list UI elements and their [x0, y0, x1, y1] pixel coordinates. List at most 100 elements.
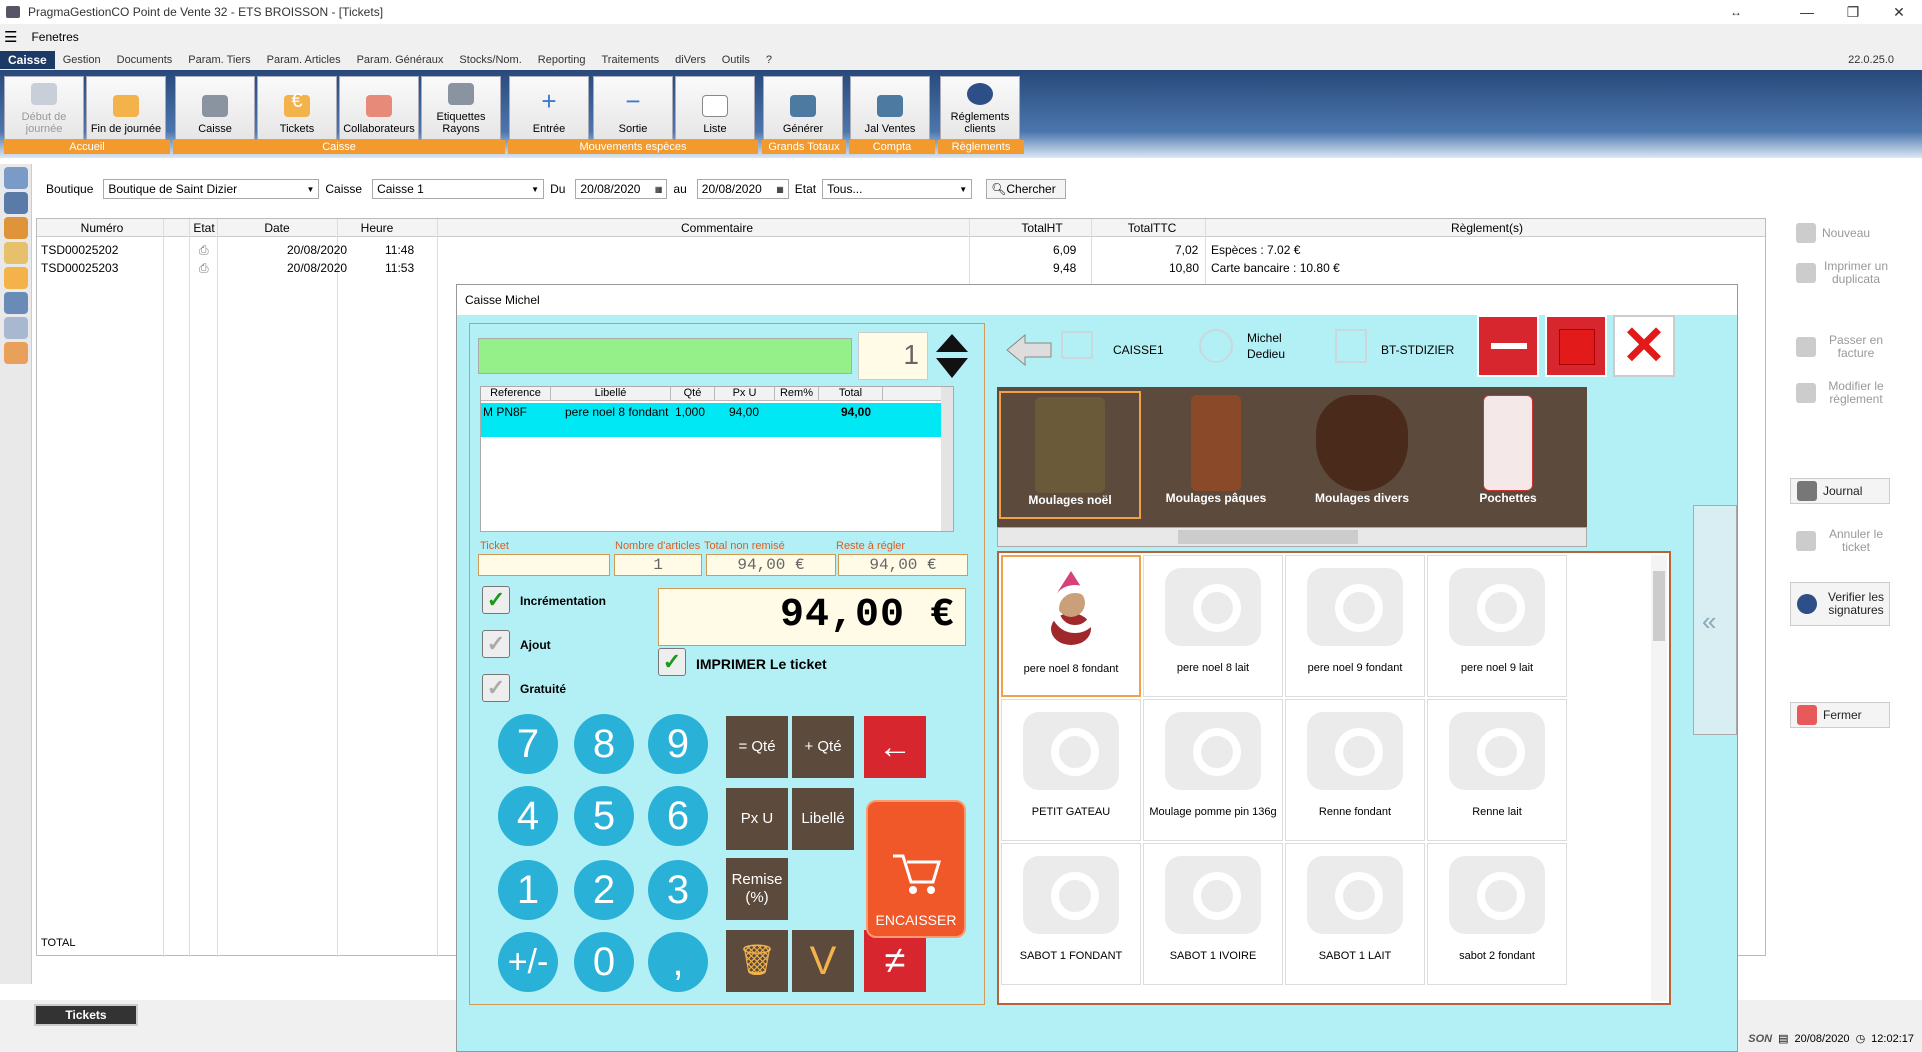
double-chevron-left-icon[interactable]: « — [1702, 606, 1716, 637]
category-scrollbar[interactable] — [997, 527, 1587, 547]
passer-facture-button[interactable]: Passer en facture — [1790, 324, 1890, 370]
nav-param-generaux[interactable]: Param. Généraux — [349, 51, 452, 69]
nav-caisse[interactable]: Caisse — [0, 51, 55, 69]
key-0[interactable]: 0 — [574, 932, 634, 992]
collaborateurs-button[interactable]: Collaborateurs — [339, 76, 419, 140]
product-sabot-1-lait[interactable]: SABOT 1 LAIT — [1285, 843, 1425, 985]
fin-journee-button[interactable]: Fin de journée — [86, 76, 166, 140]
remise-button[interactable]: Remise (%) — [726, 858, 788, 920]
magnifier-icon[interactable] — [3, 317, 28, 339]
col-totalttc[interactable]: TotalTTC — [1097, 221, 1207, 235]
entree-button[interactable]: + Entrée — [509, 76, 589, 140]
boutique-select[interactable]: Boutique de Saint Dizier ▼ — [103, 179, 320, 199]
key-9[interactable]: 9 — [648, 714, 708, 774]
key-6[interactable]: 6 — [648, 786, 708, 846]
calendar-icon[interactable]: ▦ — [776, 185, 784, 194]
nav-help[interactable]: ? — [758, 51, 780, 69]
etiquettes-button[interactable]: Etiquettes Rayons — [421, 76, 501, 140]
generer-button[interactable]: Générer — [763, 76, 843, 140]
ticket-line[interactable]: M PN8F pere noel 8 fondant 1,000 94,00 9… — [481, 403, 945, 437]
date-to-input[interactable]: 20/08/2020 ▦ — [696, 179, 789, 199]
incrementation-checkbox[interactable]: ✓ — [482, 586, 510, 614]
key-1[interactable]: 1 — [498, 860, 558, 920]
table-row[interactable]: TSD00025203 ⎙ 20/08/2020 11:53 9,48 10,8… — [37, 259, 1765, 276]
pen-icon[interactable] — [3, 292, 28, 314]
close-button[interactable]: ✕ — [1876, 0, 1922, 24]
category-moulages-noel[interactable]: Moulages noël — [999, 391, 1141, 519]
caisse-button[interactable]: Caisse — [175, 76, 255, 140]
quantity-input[interactable]: 1 — [858, 332, 928, 380]
product-petit-gateau[interactable]: PETIT GATEAU — [1001, 699, 1141, 841]
col-etat[interactable]: Etat — [189, 221, 219, 235]
barcode-input[interactable] — [478, 338, 852, 374]
imprimer-checkbox[interactable]: ✓ — [658, 648, 686, 676]
date-from-input[interactable]: 20/08/2020 ▦ — [575, 179, 668, 199]
col-heure[interactable]: Heure — [337, 221, 417, 235]
euro-icon[interactable] — [3, 267, 28, 289]
collapse-panel[interactable]: « — [1693, 505, 1737, 735]
tickets-button[interactable]: € Tickets — [257, 76, 337, 140]
validate-button[interactable]: V — [792, 930, 854, 992]
calendar-icon[interactable]: ▦ — [655, 185, 663, 194]
nav-param-articles[interactable]: Param. Articles — [259, 51, 349, 69]
key-plus-minus[interactable]: +/- — [498, 932, 558, 992]
product-sabot-2-fondant[interactable]: sabot 2 fondant — [1427, 843, 1567, 985]
nav-reporting[interactable]: Reporting — [530, 51, 594, 69]
product-moulage-pomme-pin[interactable]: Moulage pomme pin 136g — [1143, 699, 1283, 841]
nav-outils[interactable]: Outils — [714, 51, 758, 69]
ajout-checkbox[interactable]: ✓ — [482, 630, 510, 658]
key-4[interactable]: 4 — [498, 786, 558, 846]
arrow-left-icon[interactable] — [1005, 333, 1053, 367]
table-row[interactable]: TSD00025202 ⎙ 20/08/2020 11:48 6,09 7,02… — [37, 241, 1765, 258]
minimize-button[interactable]: — — [1784, 0, 1830, 24]
col-commentaire[interactable]: Commentaire — [447, 221, 987, 235]
key-3[interactable]: 3 — [648, 860, 708, 920]
product-pere-noel-9-lait[interactable]: pere noel 9 lait — [1427, 555, 1567, 697]
encaisser-button[interactable]: ENCAISSER — [866, 800, 966, 938]
updown-arrows-icon[interactable] — [934, 332, 970, 380]
sortie-button[interactable]: − Sortie — [593, 76, 673, 140]
stop-button[interactable] — [1545, 315, 1607, 377]
scroll-thumb[interactable] — [1178, 530, 1358, 544]
tab-tickets[interactable]: Tickets — [34, 1004, 138, 1026]
gratuite-checkbox[interactable]: ✓ — [482, 674, 510, 702]
search-button[interactable]: 🔍︎ Chercher — [986, 179, 1067, 199]
quantity-stepper[interactable] — [934, 332, 970, 380]
fermer-button[interactable]: Fermer — [1790, 702, 1890, 728]
verifier-signatures-button[interactable]: Verifier les signatures — [1790, 582, 1890, 626]
category-moulages-divers[interactable]: Moulages divers — [1291, 391, 1433, 519]
key-8[interactable]: 8 — [574, 714, 634, 774]
minus-button[interactable] — [1477, 315, 1539, 377]
product-renne-lait[interactable]: Renne lait — [1427, 699, 1567, 841]
close-dialog-button[interactable]: ✕ — [1613, 315, 1675, 377]
nav-stocks[interactable]: Stocks/Nom. — [451, 51, 529, 69]
col-date[interactable]: Date — [227, 221, 327, 235]
annuler-ticket-button[interactable]: Annuler le ticket — [1790, 518, 1890, 564]
nav-divers[interactable]: diVers — [667, 51, 714, 69]
nav-param-tiers[interactable]: Param. Tiers — [180, 51, 258, 69]
products-scrollbar[interactable] — [1651, 555, 1667, 1001]
plus-qty-button[interactable]: + Qté — [792, 716, 854, 778]
journal-button[interactable]: Journal — [1790, 478, 1890, 504]
category-moulages-paques[interactable]: Moulages pâques — [1145, 391, 1287, 519]
reglements-clients-button[interactable]: Réglements clients — [940, 76, 1020, 140]
liste-button[interactable]: Liste — [675, 76, 755, 140]
pxu-button[interactable]: Px U — [726, 788, 788, 850]
register-icon[interactable] — [3, 192, 28, 214]
scrollbar[interactable] — [941, 387, 953, 531]
key-5[interactable]: 5 — [574, 786, 634, 846]
eq-qty-button[interactable]: = Qté — [726, 716, 788, 778]
product-sabot-1-ivoire[interactable]: SABOT 1 IVOIRE — [1143, 843, 1283, 985]
col-totalht[interactable]: TotalHT — [987, 221, 1097, 235]
restore-button[interactable]: ❐ — [1830, 0, 1876, 24]
key-7[interactable]: 7 — [498, 714, 558, 774]
tool-icon[interactable] — [3, 342, 28, 364]
category-pochettes[interactable]: Pochettes — [1437, 391, 1579, 519]
scroll-thumb[interactable] — [1653, 571, 1665, 641]
hamburger-icon[interactable]: ☰ — [4, 28, 17, 46]
libelle-button[interactable]: Libellé — [792, 788, 854, 850]
product-pere-noel-8-lait[interactable]: pere noel 8 lait — [1143, 555, 1283, 697]
trash-button[interactable]: 🗑︎ — [726, 930, 788, 992]
col-numero[interactable]: Numéro — [47, 221, 157, 235]
imprimer-duplicata-button[interactable]: Imprimer un duplicata — [1790, 250, 1890, 296]
